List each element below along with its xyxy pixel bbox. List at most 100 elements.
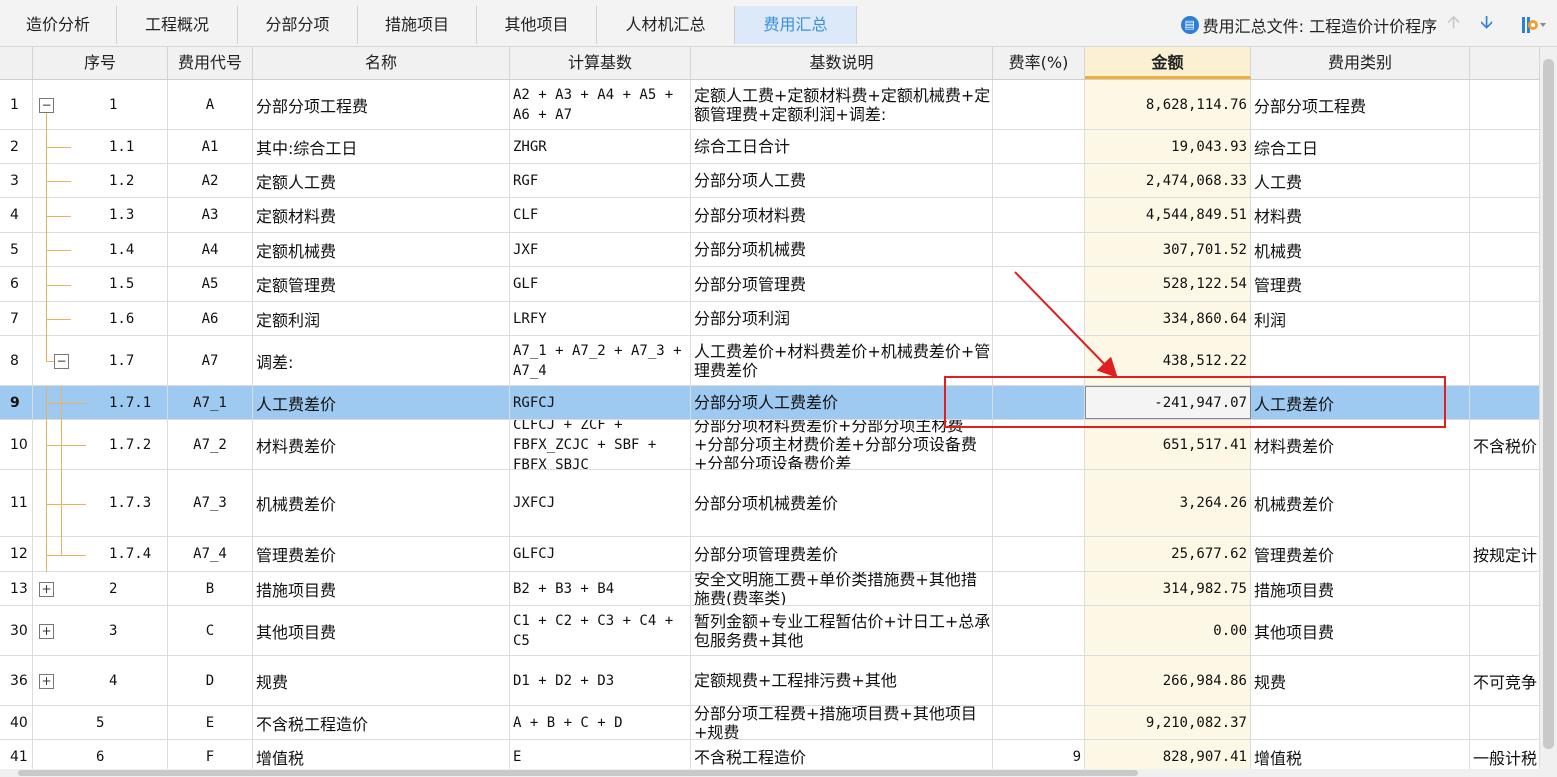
vertical-scrollbar-thumb[interactable] xyxy=(1543,59,1554,749)
column-header-amount[interactable]: 金额 xyxy=(1085,47,1251,79)
cell-base[interactable]: RGF xyxy=(510,164,691,197)
cell-rate[interactable] xyxy=(993,164,1085,197)
cell-rate[interactable] xyxy=(993,302,1085,335)
tab-1[interactable]: 工程概况 xyxy=(117,6,238,44)
cell-row[interactable]: 11 xyxy=(0,470,33,536)
collapse-icon[interactable]: − xyxy=(54,354,69,369)
cell-desc[interactable]: 暂列金额+专业工程暂估价+计日工+总承包服务费+其他 xyxy=(691,606,993,655)
cell-row[interactable]: 3 xyxy=(0,164,33,197)
cell-rate[interactable] xyxy=(993,706,1085,739)
column-header-rate[interactable]: 费率(%) xyxy=(993,47,1085,79)
table-row[interactable]: 7 1.6 A6 定额利润 LRFY 分部分项利润 334,860.64 利润 xyxy=(0,302,1540,336)
cell-note[interactable]: 不含税价 xyxy=(1470,420,1540,469)
cell-rate[interactable] xyxy=(993,470,1085,536)
document-icon[interactable]: ▤ xyxy=(1180,16,1199,34)
cell-name[interactable]: 不含税工程造价 xyxy=(253,706,510,739)
column-header-base-desc[interactable]: 基数说明 xyxy=(691,47,993,79)
tab-2[interactable]: 分部分项 xyxy=(238,6,358,44)
tab-4[interactable]: 其他项目 xyxy=(477,6,597,44)
tab-0[interactable]: 造价分析 xyxy=(0,6,117,44)
column-header-fee-category[interactable]: 费用类别 xyxy=(1251,47,1470,79)
cell-code[interactable]: E xyxy=(168,706,253,739)
cell-row[interactable]: 8 xyxy=(0,336,33,385)
cell-code[interactable]: C xyxy=(168,606,253,655)
cell-note[interactable] xyxy=(1470,336,1540,385)
cell-category[interactable]: 管理费差价 xyxy=(1251,537,1470,571)
cell-note[interactable] xyxy=(1470,80,1540,129)
cell-row[interactable]: 1 xyxy=(0,80,33,129)
cell-note[interactable] xyxy=(1470,198,1540,232)
cell-base[interactable]: GLFCJ xyxy=(510,537,691,571)
horizontal-scrollbar-thumb[interactable] xyxy=(18,770,1138,776)
cell-base[interactable]: ZHGR xyxy=(510,130,691,163)
cell-name[interactable]: 其他项目费 xyxy=(253,606,510,655)
tab-5[interactable]: 人材机汇总 xyxy=(597,6,735,44)
cell-code[interactable]: A7_2 xyxy=(168,420,253,469)
cell-base[interactable]: A + B + C + D xyxy=(510,706,691,739)
cell-rate[interactable] xyxy=(993,198,1085,232)
cell-code[interactable]: A4 xyxy=(168,233,253,266)
cell-name[interactable]: 分部分项工程费 xyxy=(253,80,510,129)
table-row[interactable]: 8 1.7 A7 调差: A7_1 + A7_2 + A7_3 + A7_4 人工费差价+… xyxy=(0,336,1540,386)
cell-base[interactable]: D1 + D2 + D3 xyxy=(510,656,691,705)
cell-desc[interactable]: 分部分项机械费差价 xyxy=(691,470,993,536)
cell-rate[interactable] xyxy=(993,336,1085,385)
arrow-down-icon[interactable]: 🡫 xyxy=(1480,10,1493,40)
cell-rate[interactable] xyxy=(993,537,1085,571)
column-header-calc-base[interactable]: 计算基数 xyxy=(510,47,691,79)
cell-code[interactable]: B xyxy=(168,572,253,605)
cell-base[interactable]: CLFCJ + ZCF + FBFX_ZCJC + SBF + FBFX_SBJ… xyxy=(510,420,691,469)
cell-row[interactable]: 7 xyxy=(0,302,33,335)
cell-desc[interactable]: 分部分项人工费差价 xyxy=(691,386,993,419)
cell-row[interactable]: 2 xyxy=(0,130,33,163)
cell-amount[interactable]: 9,210,082.37 xyxy=(1085,706,1251,739)
cell-row[interactable]: 12 xyxy=(0,537,33,571)
cell-amount[interactable]: -241,947.07 xyxy=(1085,386,1251,419)
table-row[interactable]: 4 1.3 A3 定额材料费 CLF 分部分项材料费 4,544,849.51 材料费 xyxy=(0,198,1540,233)
cell-base[interactable]: C1 + C2 + C3 + C4 + C5 xyxy=(510,606,691,655)
table-row[interactable]: 13 2 B 措施项目费 B2 + B3 + B4 安全文明施工费+单价类措施费+其他措施… xyxy=(0,572,1540,606)
cell-amount[interactable]: 307,701.52 xyxy=(1085,233,1251,266)
cell-amount[interactable]: 8,628,114.76 xyxy=(1085,80,1251,129)
cell-name[interactable]: 调差: xyxy=(253,336,510,385)
cell-desc[interactable]: 分部分项人工费 xyxy=(691,164,993,197)
cell-code[interactable]: A5 xyxy=(168,267,253,301)
cell-code[interactable]: A7_1 xyxy=(168,386,253,419)
cell-name[interactable]: 定额管理费 xyxy=(253,267,510,301)
cell-name[interactable]: 材料费差价 xyxy=(253,420,510,469)
cell-note[interactable] xyxy=(1470,267,1540,301)
cell-code[interactable]: A xyxy=(168,80,253,129)
cell-desc[interactable]: 分部分项材料费 xyxy=(691,198,993,232)
cell-base[interactable]: A2 + A3 + A4 + A5 + A6 + A7 xyxy=(510,80,691,129)
cell-amount[interactable]: 25,677.62 xyxy=(1085,537,1251,571)
cell-amount[interactable]: 334,860.64 xyxy=(1085,302,1251,335)
table-row[interactable]: 5 1.4 A4 定额机械费 JXF 分部分项机械费 307,701.52 机械费 xyxy=(0,233,1540,267)
cell-amount[interactable]: 2,474,068.33 xyxy=(1085,164,1251,197)
cell-category[interactable]: 材料费 xyxy=(1251,198,1470,232)
cell-amount[interactable]: 0.00 xyxy=(1085,606,1251,655)
cell-rate[interactable] xyxy=(993,233,1085,266)
cell-row[interactable]: 5 xyxy=(0,233,33,266)
cell-rate[interactable] xyxy=(993,386,1085,419)
table-row[interactable]: 9 1.7.1 A7_1 人工费差价 RGFCJ 分部分项人工费差价 -241,947.07… xyxy=(0,386,1540,420)
cell-note[interactable] xyxy=(1470,572,1540,605)
cell-category[interactable]: 分部分项工程费 xyxy=(1251,80,1470,129)
cell-name[interactable]: 定额机械费 xyxy=(253,233,510,266)
cell-base[interactable]: JXF xyxy=(510,233,691,266)
table-row[interactable]: 10 1.7.2 A7_2 材料费差价 CLFCJ + ZCF + FBFX_ZCJC … xyxy=(0,420,1540,470)
cell-desc[interactable]: 分部分项管理费差价 xyxy=(691,537,993,571)
cell-amount[interactable]: 314,982.75 xyxy=(1085,572,1251,605)
cell-category[interactable] xyxy=(1251,706,1470,739)
cell-category[interactable] xyxy=(1251,336,1470,385)
cell-amount[interactable]: 19,043.93 xyxy=(1085,130,1251,163)
expand-icon[interactable]: + xyxy=(39,624,54,639)
cell-category[interactable]: 管理费 xyxy=(1251,267,1470,301)
cell-rate[interactable] xyxy=(993,420,1085,469)
cell-desc[interactable]: 分部分项工程费+措施项目费+其他项目+规费 xyxy=(691,706,993,739)
column-header-note[interactable] xyxy=(1470,47,1540,79)
cell-desc[interactable]: 综合工日合计 xyxy=(691,130,993,163)
cell-amount[interactable]: 4,544,849.51 xyxy=(1085,198,1251,232)
table-row[interactable]: 12 1.7.4 A7_4 管理费差价 GLFCJ 分部分项管理费差价 25,677.62 管… xyxy=(0,537,1540,572)
cell-rate[interactable] xyxy=(993,130,1085,163)
cell-category[interactable]: 人工费 xyxy=(1251,164,1470,197)
